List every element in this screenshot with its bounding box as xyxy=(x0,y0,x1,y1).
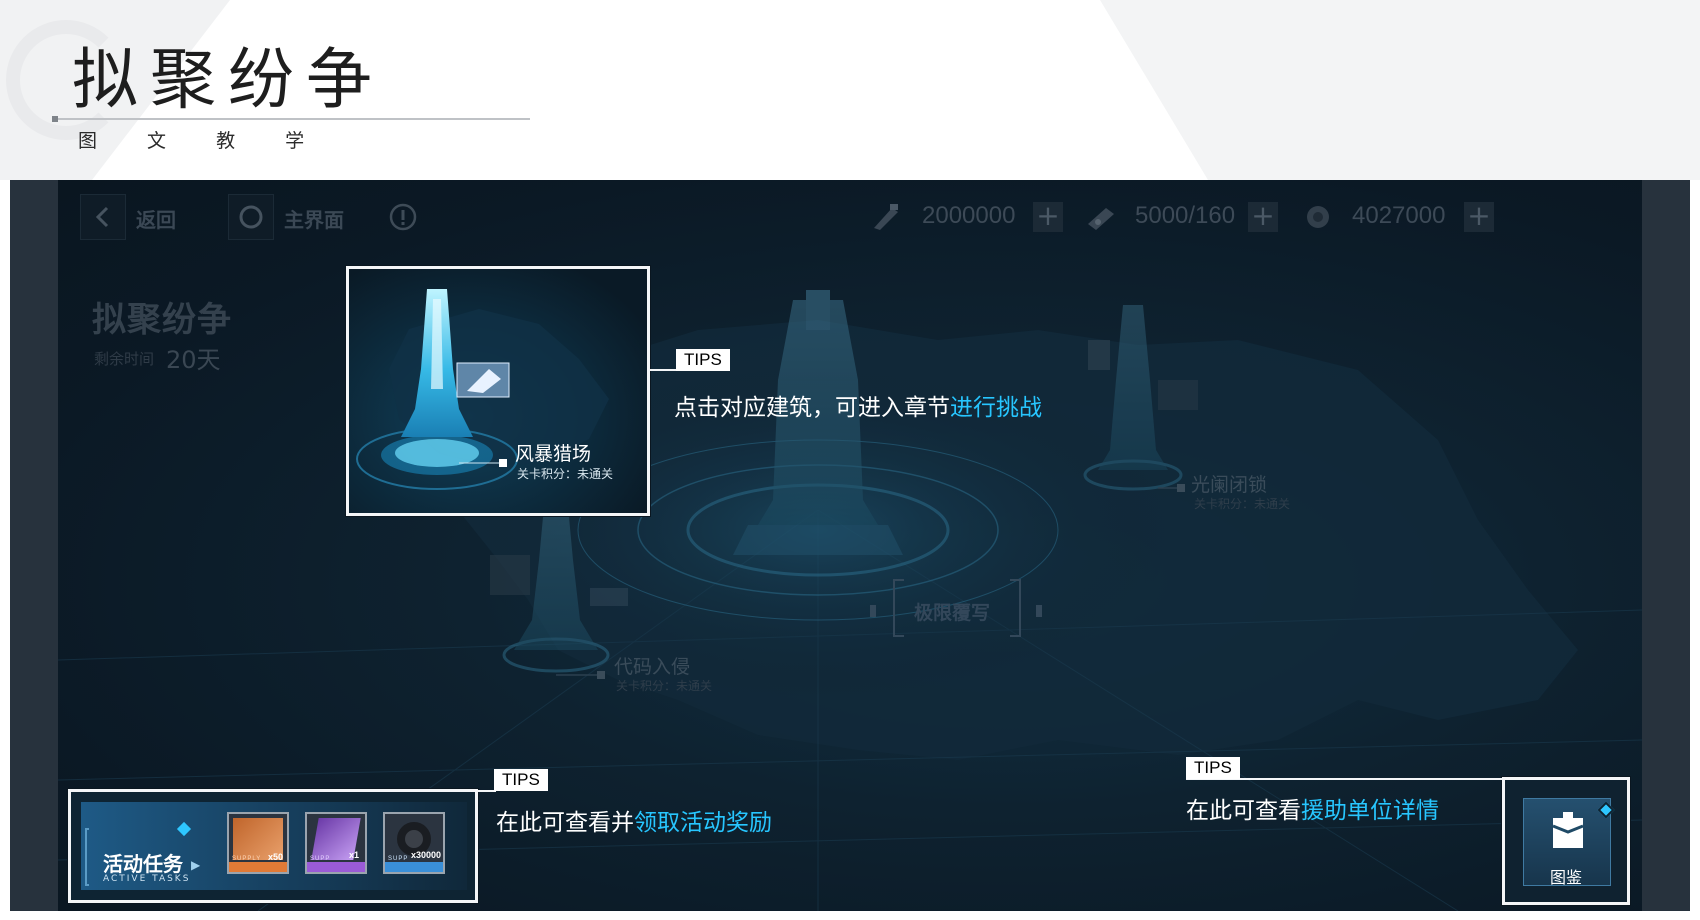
active-tasks-panel[interactable]: 活动任务 ACTIVE TASKS ▶ x50 SUPPLY x1 SUPP x… xyxy=(68,789,478,903)
resource-value: 2000000 xyxy=(922,202,1016,229)
building-name: 风暴猎场 xyxy=(515,443,592,465)
tip-plain-text: 在此可查看并 xyxy=(496,810,634,836)
tip-connector xyxy=(650,369,676,371)
resource-value: 5000/160 xyxy=(1135,202,1236,229)
reward-rarity-bar xyxy=(307,862,365,872)
home-label[interactable]: 主界面 xyxy=(284,204,344,233)
tasks-subtitle: ACTIVE TASKS xyxy=(103,874,191,884)
tip-highlight-text: 进行挑战 xyxy=(950,395,1042,421)
codex-label: 图鉴 xyxy=(1549,868,1582,887)
gear-part-icon xyxy=(1307,206,1329,228)
remaining-time-label: 剩余时间 xyxy=(94,350,155,368)
chevron-left-icon xyxy=(95,206,109,228)
tip-text: 在此可查看并领取活动奖励 xyxy=(496,803,772,837)
tip-highlight-text: 援助单位详情 xyxy=(1301,798,1439,824)
reward-label: SUPP xyxy=(310,856,331,862)
reward-label: SUPP xyxy=(388,856,409,862)
resource-value: 4027000 xyxy=(1352,202,1446,229)
tip-tag: TIPS xyxy=(676,349,730,371)
building-name[interactable]: 极限覆写 xyxy=(914,598,990,625)
codex-book-icon xyxy=(1552,812,1584,848)
reward-item[interactable]: x30000 SUPP xyxy=(383,812,445,874)
reward-count: x1 xyxy=(348,850,359,860)
event-title: 拟聚纷争 xyxy=(92,300,232,340)
building-score: 关卡积分：未通关 xyxy=(1194,497,1291,511)
reward-rarity-bar xyxy=(385,862,443,872)
reward-item[interactable]: x1 SUPP xyxy=(305,812,367,874)
home-button[interactable] xyxy=(228,194,274,240)
remaining-time-value: 20天 xyxy=(166,346,221,374)
tip-tag: TIPS xyxy=(1186,757,1240,779)
reward-label: SUPPLY xyxy=(232,856,262,862)
tutorial-header: 拟聚纷争 图 文 教 学 xyxy=(0,0,1700,180)
codex-button[interactable]: 图鉴 xyxy=(1502,777,1630,905)
back-button[interactable] xyxy=(80,194,126,240)
reward-rarity-bar xyxy=(229,862,287,872)
battery-icon xyxy=(1088,208,1114,230)
tip-highlight-text: 领取活动奖励 xyxy=(634,810,772,836)
reward-count: x50 xyxy=(267,852,283,862)
tip-tag: TIPS xyxy=(494,769,548,791)
ammo-icon xyxy=(874,204,898,230)
info-icon[interactable] xyxy=(388,202,418,232)
header-decor-right xyxy=(1100,0,1700,180)
back-label[interactable]: 返回 xyxy=(136,204,176,233)
building-score: 关卡积分：未通关 xyxy=(616,679,713,693)
add-resource-button[interactable]: + xyxy=(1033,202,1063,232)
title-underline xyxy=(54,118,530,120)
reward-count: x30000 xyxy=(410,850,441,860)
home-circle-icon xyxy=(239,205,263,229)
add-resource-button[interactable]: + xyxy=(1464,202,1494,232)
tip-plain-text: 点击对应建筑，可进入章节 xyxy=(674,395,950,421)
reward-item[interactable]: x50 SUPPLY xyxy=(227,812,289,874)
tip-plain-text: 在此可查看 xyxy=(1186,798,1301,824)
building-name[interactable]: 代码入侵 xyxy=(614,652,690,679)
page-title: 拟聚纷争 xyxy=(72,41,384,118)
title-underline-dot xyxy=(52,116,58,122)
tasks-arrow-icon: ▶ xyxy=(191,858,201,872)
page-subtitle: 图 文 教 学 xyxy=(78,130,327,152)
tasks-bracket xyxy=(85,828,89,886)
highlight-storm-hunting-ground[interactable]: 风暴猎场 关卡积分：未通关 xyxy=(346,266,650,516)
add-resource-button[interactable]: + xyxy=(1248,202,1278,232)
tasks-title: 活动任务 xyxy=(103,852,183,876)
building-name[interactable]: 光阑闭锁 xyxy=(1191,470,1267,497)
tip-text: 在此可查看援助单位详情 xyxy=(1186,791,1439,825)
building-score: 关卡积分：未通关 xyxy=(517,467,614,481)
tip-text: 点击对应建筑，可进入章节进行挑战 xyxy=(674,388,1042,422)
